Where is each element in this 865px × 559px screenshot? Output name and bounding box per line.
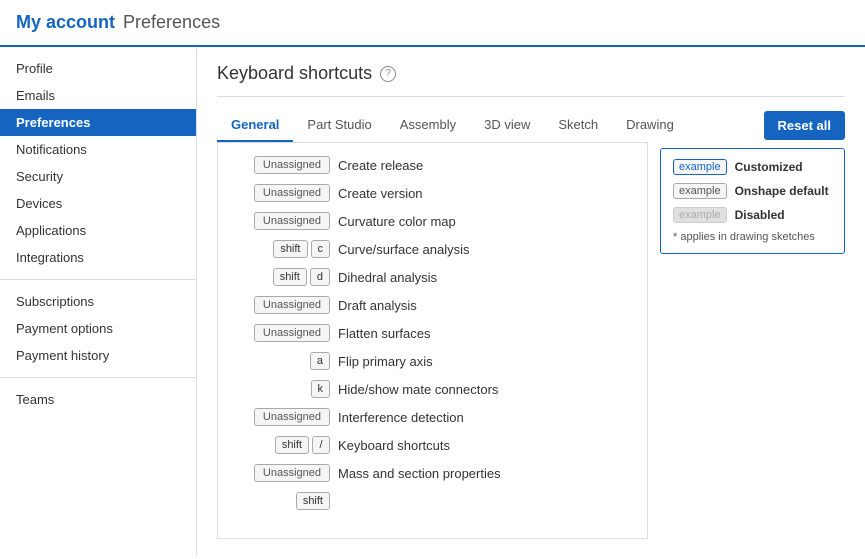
shortcut-keys: shift /: [230, 436, 330, 454]
shortcut-row: shift / Keyboard shortcuts: [218, 431, 647, 459]
key-badge-slash[interactable]: /: [312, 436, 330, 454]
tab-general[interactable]: General: [217, 109, 293, 142]
shortcut-keys: Unassigned: [230, 156, 330, 174]
sidebar-item-subscriptions[interactable]: Subscriptions: [0, 288, 196, 315]
main-content: Keyboard shortcuts ? General Part Studio…: [197, 47, 865, 556]
key-badge-shift[interactable]: shift: [273, 268, 307, 286]
sidebar: Profile Emails Preferences Notifications…: [0, 47, 197, 556]
unassigned-badge[interactable]: Unassigned: [254, 324, 330, 342]
shortcut-row: shift c Curve/surface analysis: [218, 235, 647, 263]
legend-label-disabled: Disabled: [735, 208, 785, 222]
shortcut-row: shift: [218, 487, 647, 515]
key-badge-c[interactable]: c: [311, 240, 331, 258]
sidebar-divider-1: [0, 279, 196, 280]
shortcut-keys: Unassigned: [230, 324, 330, 342]
key-badge-shift[interactable]: shift: [296, 492, 330, 510]
shortcut-label: Curve/surface analysis: [338, 242, 470, 257]
shortcut-label: Create release: [338, 158, 423, 173]
shortcut-label: Dihedral analysis: [338, 270, 437, 285]
shortcut-row: Unassigned Create release: [218, 151, 647, 179]
shortcuts-container: Unassigned Create release Unassigned Cre…: [217, 142, 845, 539]
unassigned-badge[interactable]: Unassigned: [254, 156, 330, 174]
legend-example-disabled: example: [673, 207, 727, 223]
shortcut-keys: shift c: [230, 240, 330, 258]
shortcut-keys: Unassigned: [230, 184, 330, 202]
help-icon[interactable]: ?: [380, 66, 396, 82]
shortcut-keys: Unassigned: [230, 464, 330, 482]
shortcut-keys: a: [230, 352, 330, 370]
header: My account Preferences: [0, 0, 865, 47]
legend-label-customized: Customized: [735, 160, 803, 174]
shortcut-label: Flatten surfaces: [338, 326, 431, 341]
shortcut-keys: shift d: [230, 268, 330, 286]
shortcut-label: Curvature color map: [338, 214, 456, 229]
header-preferences-label: Preferences: [123, 12, 220, 33]
shortcut-keys: k: [230, 380, 330, 398]
tab-assembly[interactable]: Assembly: [386, 109, 470, 142]
page-title: Keyboard shortcuts: [217, 63, 372, 84]
legend-note: * applies in drawing sketches: [673, 231, 832, 243]
key-badge-a[interactable]: a: [310, 352, 330, 370]
shortcut-row: Unassigned Interference detection: [218, 403, 647, 431]
tab-drawing[interactable]: Drawing: [612, 109, 688, 142]
sidebar-item-devices[interactable]: Devices: [0, 190, 196, 217]
legend-panel: example Customized example Onshape defau…: [660, 148, 845, 254]
reset-all-button[interactable]: Reset all: [764, 111, 845, 140]
shortcut-keys: Unassigned: [230, 212, 330, 230]
layout: Profile Emails Preferences Notifications…: [0, 47, 865, 556]
shortcut-row: Unassigned Flatten surfaces: [218, 319, 647, 347]
shortcut-row: Unassigned Curvature color map: [218, 207, 647, 235]
shortcut-label: Interference detection: [338, 410, 464, 425]
page-title-row: Keyboard shortcuts ?: [217, 63, 845, 97]
shortcut-row: Unassigned Mass and section properties: [218, 459, 647, 487]
tab-part-studio[interactable]: Part Studio: [293, 109, 385, 142]
sidebar-item-profile[interactable]: Profile: [0, 55, 196, 82]
header-myaccount[interactable]: My account: [16, 12, 115, 33]
unassigned-badge[interactable]: Unassigned: [254, 184, 330, 202]
sidebar-item-emails[interactable]: Emails: [0, 82, 196, 109]
shortcuts-list[interactable]: Unassigned Create release Unassigned Cre…: [217, 142, 648, 539]
sidebar-item-payment-options[interactable]: Payment options: [0, 315, 196, 342]
tab-3d-view[interactable]: 3D view: [470, 109, 544, 142]
key-badge-shift[interactable]: shift: [275, 436, 309, 454]
sidebar-item-security[interactable]: Security: [0, 163, 196, 190]
unassigned-badge[interactable]: Unassigned: [254, 464, 330, 482]
sidebar-divider-2: [0, 377, 196, 378]
legend-example-customized: example: [673, 159, 727, 175]
sidebar-item-applications[interactable]: Applications: [0, 217, 196, 244]
unassigned-badge[interactable]: Unassigned: [254, 408, 330, 426]
key-badge-shift[interactable]: shift: [273, 240, 307, 258]
shortcut-keys: Unassigned: [230, 296, 330, 314]
unassigned-badge[interactable]: Unassigned: [254, 296, 330, 314]
shortcut-row: k Hide/show mate connectors: [218, 375, 647, 403]
key-badge-d[interactable]: d: [310, 268, 330, 286]
shortcut-row: a Flip primary axis: [218, 347, 647, 375]
legend-row-disabled: example Disabled: [673, 207, 832, 223]
sidebar-item-integrations[interactable]: Integrations: [0, 244, 196, 271]
sidebar-item-preferences[interactable]: Preferences: [0, 109, 196, 136]
shortcut-keys: Unassigned: [230, 408, 330, 426]
shortcut-label: Draft analysis: [338, 298, 417, 313]
shortcut-label: Keyboard shortcuts: [338, 438, 450, 453]
shortcut-label: Flip primary axis: [338, 354, 433, 369]
tabs-row: General Part Studio Assembly 3D view Ske…: [217, 109, 845, 142]
shortcut-row: shift d Dihedral analysis: [218, 263, 647, 291]
unassigned-badge[interactable]: Unassigned: [254, 212, 330, 230]
sidebar-item-notifications[interactable]: Notifications: [0, 136, 196, 163]
shortcut-label: Create version: [338, 186, 423, 201]
shortcut-keys: shift: [230, 492, 330, 510]
legend-example-default: example: [673, 183, 727, 199]
sidebar-item-payment-history[interactable]: Payment history: [0, 342, 196, 369]
sidebar-item-teams[interactable]: Teams: [0, 386, 196, 413]
legend-row-customized: example Customized: [673, 159, 832, 175]
legend-row-default: example Onshape default: [673, 183, 832, 199]
shortcut-row: Unassigned Draft analysis: [218, 291, 647, 319]
tab-sketch[interactable]: Sketch: [544, 109, 612, 142]
shortcut-row: Unassigned Create version: [218, 179, 647, 207]
legend-label-default: Onshape default: [735, 184, 829, 198]
shortcut-label: Hide/show mate connectors: [338, 382, 498, 397]
key-badge-k[interactable]: k: [311, 380, 331, 398]
shortcut-label: Mass and section properties: [338, 466, 501, 481]
